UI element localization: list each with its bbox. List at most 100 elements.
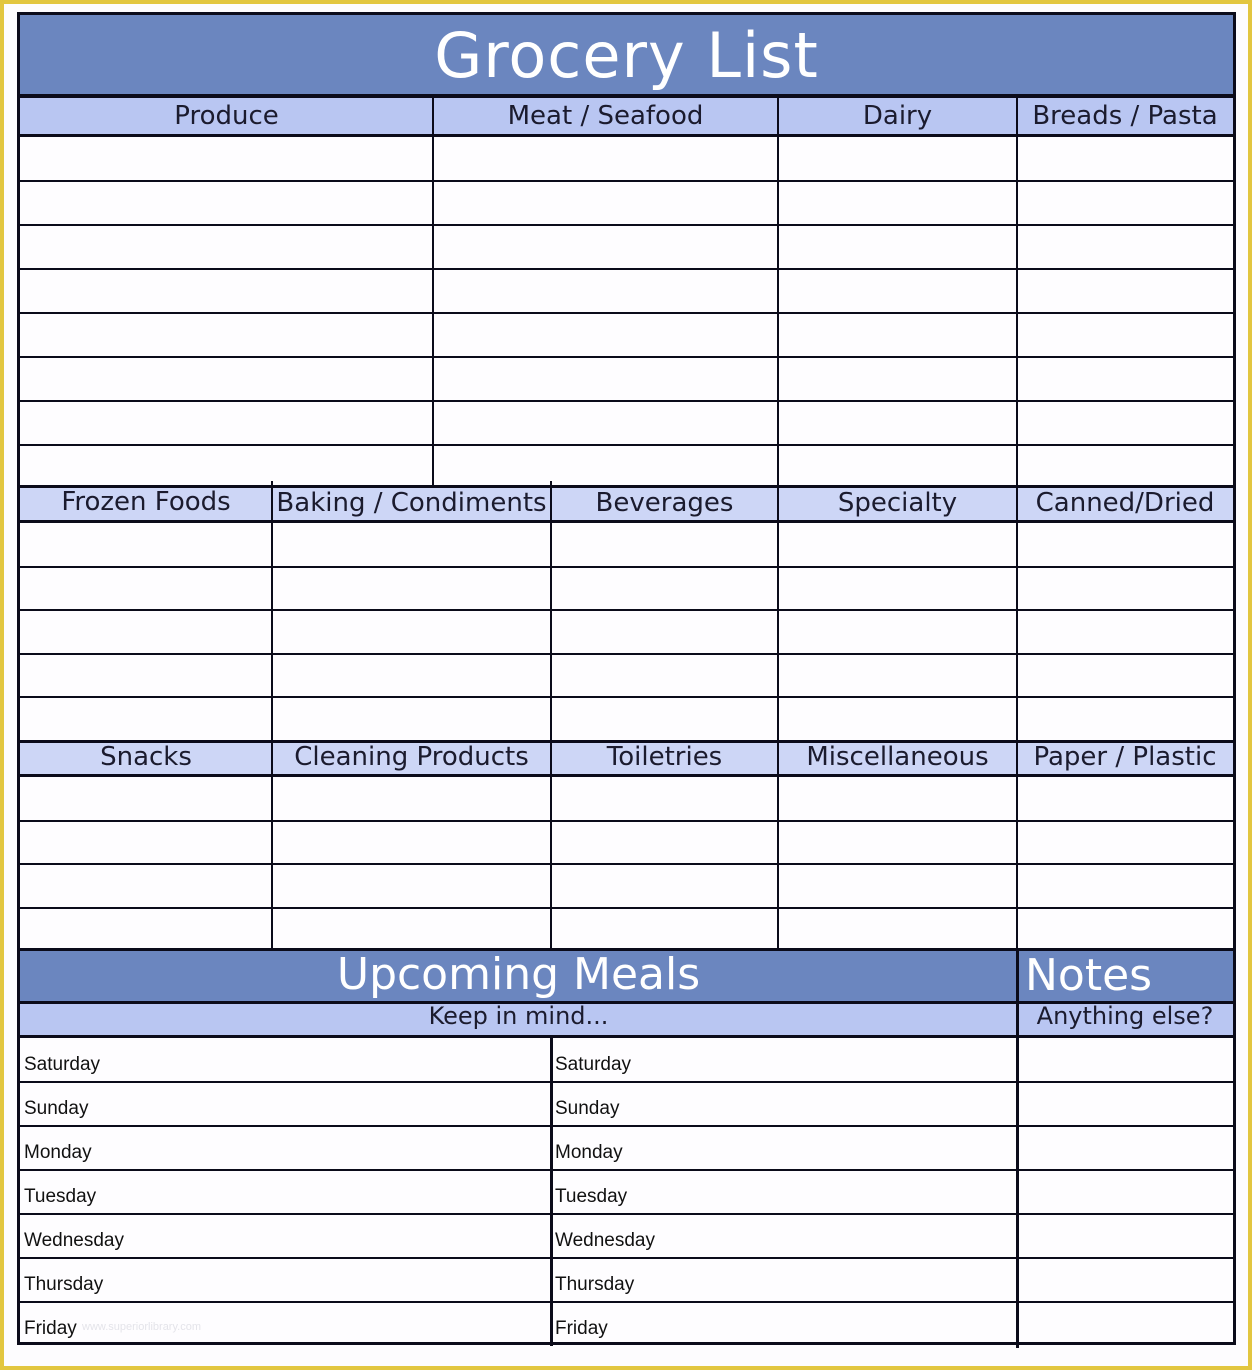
entry-cell-s2-c3-r5[interactable] — [551, 697, 778, 741]
entry-cell-s3-c5-r4[interactable] — [1017, 908, 1233, 952]
notes-entry[interactable] — [1017, 1170, 1233, 1214]
entry-cell-s3-c3-r4[interactable] — [551, 908, 778, 952]
entry-cell-s1-c2-r1[interactable] — [433, 137, 778, 181]
entry-cell-s1-c3-r2[interactable] — [778, 181, 1017, 225]
entry-cell-s3-c4-r4[interactable] — [778, 908, 1017, 952]
entry-cell-s1-c2-r2[interactable] — [433, 181, 778, 225]
notes-entry[interactable] — [1017, 1126, 1233, 1170]
entry-cell-s2-c1-r4[interactable] — [20, 654, 272, 698]
entry-cell-s3-c4-r1[interactable] — [778, 777, 1017, 821]
entry-cell-s2-c5-r4[interactable] — [1017, 654, 1233, 698]
entry-cell-s1-c4-r5[interactable] — [1017, 313, 1233, 357]
column-divider — [550, 481, 552, 741]
entry-cell-s2-c5-r5[interactable] — [1017, 697, 1233, 741]
entry-cell-s1-c1-r2[interactable] — [20, 181, 433, 225]
entry-cell-s1-c4-r6[interactable] — [1017, 357, 1233, 401]
entry-cell-s1-c1-r6[interactable] — [20, 357, 433, 401]
entry-cell-s2-c1-r5[interactable] — [20, 697, 272, 741]
entry-cell-s3-c2-r4[interactable] — [272, 908, 551, 952]
upcoming-meals-header: Upcoming Meals — [20, 948, 1017, 1004]
entry-cell-s1-c4-r4[interactable] — [1017, 269, 1233, 313]
entry-cell-s1-c2-r6[interactable] — [433, 357, 778, 401]
entry-cell-s1-c1-r1[interactable] — [20, 137, 433, 181]
entry-cell-s1-c2-r3[interactable] — [433, 225, 778, 269]
entry-cell-s1-c3-r6[interactable] — [778, 357, 1017, 401]
meal-day-right[interactable]: Sunday — [551, 1082, 1017, 1126]
entry-cell-s3-c2-r3[interactable] — [272, 864, 551, 908]
entry-cell-s2-c5-r3[interactable] — [1017, 610, 1233, 654]
entry-cell-s2-c2-r5[interactable] — [272, 697, 551, 741]
meal-day-left[interactable]: Saturday — [20, 1038, 551, 1082]
entry-cell-s2-c1-r3[interactable] — [20, 610, 272, 654]
entry-cell-s2-c5-r2[interactable] — [1017, 567, 1233, 611]
entry-cell-s2-c4-r2[interactable] — [778, 567, 1017, 611]
entry-cell-s1-c3-r8[interactable] — [778, 445, 1017, 489]
entry-cell-s2-c1-r2[interactable] — [20, 567, 272, 611]
meal-day-left[interactable]: Sunday — [20, 1082, 551, 1126]
entry-cell-s1-c3-r1[interactable] — [778, 137, 1017, 181]
meal-day-left[interactable]: Tuesday — [20, 1170, 551, 1214]
entry-cell-s2-c4-r4[interactable] — [778, 654, 1017, 698]
entry-cell-s2-c1-r1[interactable] — [20, 523, 272, 567]
notes-entry[interactable] — [1017, 1302, 1233, 1346]
entry-cell-s3-c1-r1[interactable] — [20, 777, 272, 821]
entry-cell-s2-c3-r2[interactable] — [551, 567, 778, 611]
entry-cell-s2-c5-r1[interactable] — [1017, 523, 1233, 567]
entry-cell-s1-c1-r3[interactable] — [20, 225, 433, 269]
entry-cell-s1-c2-r8[interactable] — [433, 445, 778, 489]
entry-cell-s2-c4-r3[interactable] — [778, 610, 1017, 654]
entry-cell-s3-c2-r1[interactable] — [272, 777, 551, 821]
entry-cell-s3-c1-r2[interactable] — [20, 821, 272, 865]
entry-cell-s1-c4-r3[interactable] — [1017, 225, 1233, 269]
meal-day-right[interactable]: Saturday — [551, 1038, 1017, 1082]
entry-cell-s3-c3-r3[interactable] — [551, 864, 778, 908]
entry-cell-s1-c3-r3[interactable] — [778, 225, 1017, 269]
entry-cell-s2-c2-r1[interactable] — [272, 523, 551, 567]
entry-cell-s2-c4-r5[interactable] — [778, 697, 1017, 741]
entry-cell-s3-c5-r2[interactable] — [1017, 821, 1233, 865]
entry-cell-s3-c5-r1[interactable] — [1017, 777, 1233, 821]
entry-cell-s2-c2-r2[interactable] — [272, 567, 551, 611]
entry-cell-s1-c4-r1[interactable] — [1017, 137, 1233, 181]
entry-cell-s1-c1-r4[interactable] — [20, 269, 433, 313]
entry-cell-s3-c3-r2[interactable] — [551, 821, 778, 865]
entry-cell-s2-c4-r1[interactable] — [778, 523, 1017, 567]
meal-day-left[interactable]: Wednesday — [20, 1214, 551, 1258]
entry-cell-s1-c1-r7[interactable] — [20, 401, 433, 445]
entry-cell-s2-c3-r1[interactable] — [551, 523, 778, 567]
notes-entry[interactable] — [1017, 1258, 1233, 1302]
entry-cell-s1-c3-r4[interactable] — [778, 269, 1017, 313]
entry-cell-s1-c2-r4[interactable] — [433, 269, 778, 313]
entry-cell-s1-c3-r7[interactable] — [778, 401, 1017, 445]
meal-day-right[interactable]: Monday — [551, 1126, 1017, 1170]
entry-cell-s3-c1-r4[interactable] — [20, 908, 272, 952]
entry-cell-s1-c3-r5[interactable] — [778, 313, 1017, 357]
entry-cell-s1-c1-r8[interactable] — [20, 445, 433, 489]
meal-day-right[interactable]: Thursday — [551, 1258, 1017, 1302]
entry-cell-s1-c1-r5[interactable] — [20, 313, 433, 357]
entry-cell-s2-c3-r3[interactable] — [551, 610, 778, 654]
entry-cell-s3-c1-r3[interactable] — [20, 864, 272, 908]
meal-day-right[interactable]: Wednesday — [551, 1214, 1017, 1258]
entry-cell-s3-c3-r1[interactable] — [551, 777, 778, 821]
entry-cell-s3-c4-r2[interactable] — [778, 821, 1017, 865]
meal-day-left[interactable]: Thursday — [20, 1258, 551, 1302]
meal-day-right[interactable]: Tuesday — [551, 1170, 1017, 1214]
entry-cell-s1-c2-r7[interactable] — [433, 401, 778, 445]
entry-cell-s2-c2-r4[interactable] — [272, 654, 551, 698]
notes-entry[interactable] — [1017, 1082, 1233, 1126]
entry-cell-s1-c4-r2[interactable] — [1017, 181, 1233, 225]
entry-cell-s3-c5-r3[interactable] — [1017, 864, 1233, 908]
meal-day-right[interactable]: Friday — [551, 1302, 1017, 1346]
notes-entry[interactable] — [1017, 1214, 1233, 1258]
entry-cell-s1-c2-r5[interactable] — [433, 313, 778, 357]
row-divider — [20, 444, 1233, 446]
meal-day-left[interactable]: Monday — [20, 1126, 551, 1170]
notes-entry[interactable] — [1017, 1038, 1233, 1082]
entry-cell-s1-c4-r8[interactable] — [1017, 445, 1233, 489]
entry-cell-s1-c4-r7[interactable] — [1017, 401, 1233, 445]
entry-cell-s3-c2-r2[interactable] — [272, 821, 551, 865]
entry-cell-s3-c4-r3[interactable] — [778, 864, 1017, 908]
entry-cell-s2-c2-r3[interactable] — [272, 610, 551, 654]
entry-cell-s2-c3-r4[interactable] — [551, 654, 778, 698]
